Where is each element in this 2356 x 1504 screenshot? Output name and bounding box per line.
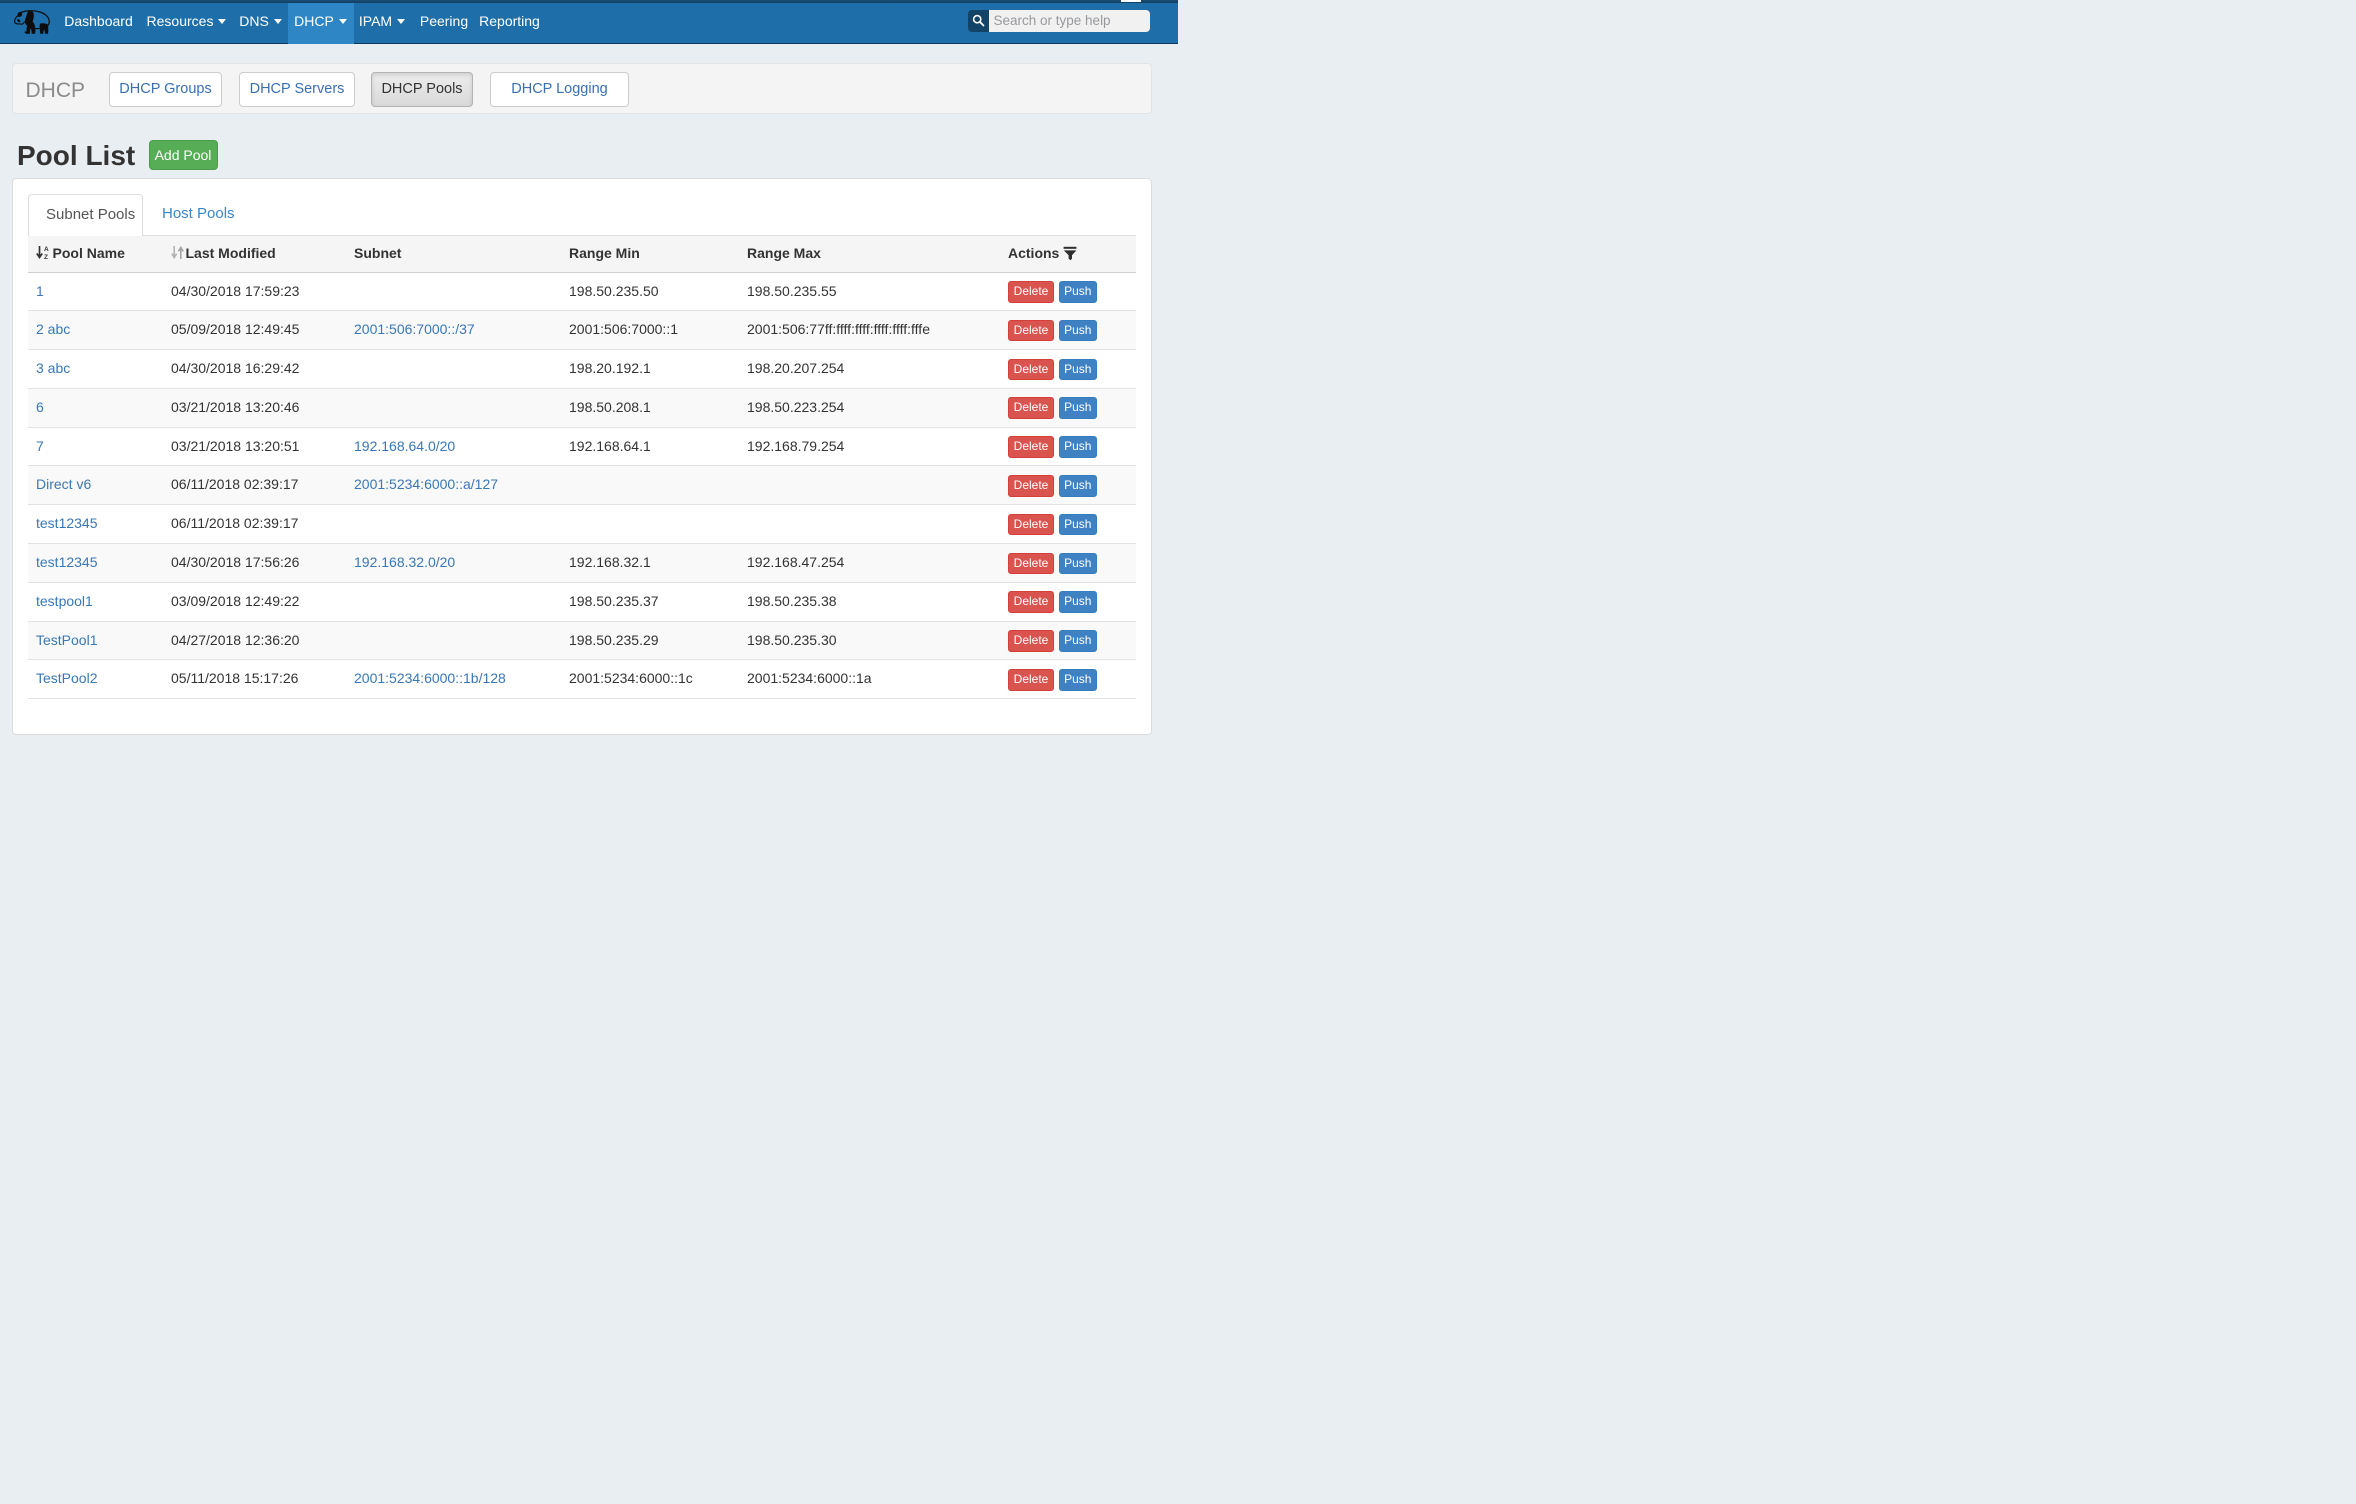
svg-text:Z: Z xyxy=(44,254,48,260)
svg-text:A: A xyxy=(44,246,49,253)
